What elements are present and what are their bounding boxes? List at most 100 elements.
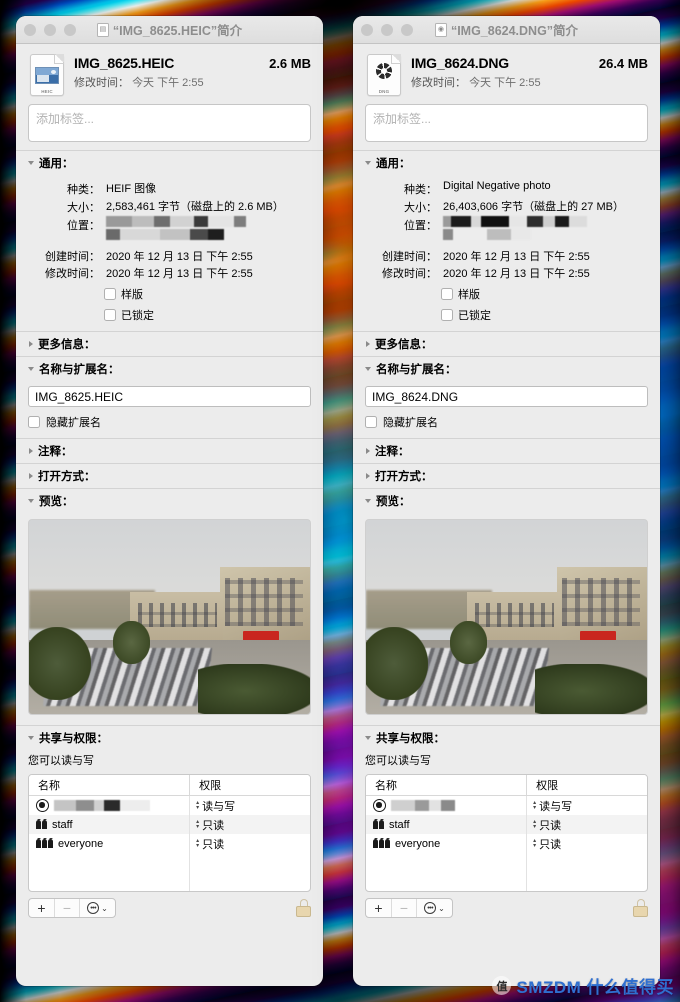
- hide-extension-checkbox[interactable]: [28, 416, 40, 428]
- locked-checkbox[interactable]: [441, 309, 453, 321]
- permissions-toolbar[interactable]: + − ••• ⌄: [353, 892, 660, 918]
- section-comments-label: 注释：: [38, 446, 73, 458]
- table-empty-row: [366, 853, 647, 872]
- preview-image: [28, 519, 311, 715]
- chevron-right-icon: [366, 448, 370, 454]
- minimize-button[interactable]: [44, 23, 56, 36]
- permissions-toolbar[interactable]: + − ••• ⌄: [16, 892, 323, 918]
- stepper-icon[interactable]: ▴ ▾: [533, 800, 536, 811]
- tags-input[interactable]: 添加标签...: [365, 104, 648, 142]
- permissions-table[interactable]: 名称 权限 ▴ ▾ 读与写 staff ▴ ▾ 只读 everyone ▴ ▾ …: [365, 774, 648, 892]
- permission-cell[interactable]: ▴ ▾ 只读: [526, 834, 647, 853]
- permission-cell[interactable]: ▴ ▾ 只读: [189, 834, 310, 853]
- permission-value: 只读: [202, 838, 225, 851]
- location-label: 位置：: [67, 220, 100, 232]
- section-comments-header[interactable]: 注释：: [353, 438, 660, 463]
- stationery-checkbox-row[interactable]: 样版: [441, 286, 648, 302]
- locked-label: 已锁定: [458, 310, 491, 322]
- size-value: 2,583,461 字节（磁盘上的 2.6 MB）: [106, 201, 284, 213]
- permission-cell[interactable]: ▴ ▾ 读与写: [526, 796, 647, 815]
- modified-label: 修改时间：: [411, 77, 466, 89]
- section-preview-body: [16, 513, 323, 725]
- table-row[interactable]: staff ▴ ▾ 只读: [366, 815, 647, 834]
- stepper-icon[interactable]: ▴ ▾: [196, 819, 199, 830]
- traffic-lights[interactable]: [24, 23, 76, 36]
- section-more-info-header[interactable]: 更多信息：: [16, 331, 323, 356]
- minimize-button[interactable]: [381, 23, 393, 36]
- group-icon: [373, 818, 384, 829]
- stepper-icon[interactable]: ▴ ▾: [533, 838, 536, 849]
- traffic-lights[interactable]: [361, 23, 413, 36]
- table-row[interactable]: staff ▴ ▾ 只读: [29, 815, 310, 834]
- action-menu-button[interactable]: ••• ⌄: [79, 899, 115, 917]
- hide-extension-row[interactable]: 隐藏扩展名: [365, 414, 648, 430]
- close-button[interactable]: [361, 23, 373, 36]
- hide-extension-label: 隐藏扩展名: [46, 417, 101, 429]
- section-general-header[interactable]: 通用：: [353, 150, 660, 175]
- chevron-down-icon: [365, 367, 371, 371]
- stationery-label: 样版: [121, 289, 143, 301]
- section-sharing-label: 共享与权限：: [39, 733, 108, 745]
- window-title: “IMG_8625.HEIC”简介: [112, 24, 243, 38]
- add-user-button[interactable]: +: [366, 899, 391, 917]
- section-sharing-header[interactable]: 共享与权限：: [353, 725, 660, 750]
- stepper-icon[interactable]: ▴ ▾: [196, 838, 199, 849]
- hide-extension-row[interactable]: 隐藏扩展名: [28, 414, 311, 430]
- tags-input[interactable]: 添加标签...: [28, 104, 311, 142]
- table-row[interactable]: ▴ ▾ 读与写: [29, 796, 310, 815]
- chevron-right-icon: [366, 341, 370, 347]
- table-row[interactable]: everyone ▴ ▾ 只读: [29, 834, 310, 853]
- table-row[interactable]: ▴ ▾ 读与写: [366, 796, 647, 815]
- window-titlebar[interactable]: ▤ “IMG_8625.HEIC”简介: [16, 16, 323, 44]
- lock-icon[interactable]: [296, 899, 311, 917]
- stationery-checkbox-row[interactable]: 样版: [104, 286, 311, 302]
- created-value: 2020 年 12 月 13 日 下午 2:55: [443, 251, 590, 263]
- action-menu-button[interactable]: ••• ⌄: [416, 899, 452, 917]
- modified-value: 今天 下午 2:55: [469, 77, 541, 89]
- zoom-button[interactable]: [401, 23, 413, 36]
- locked-checkbox-row[interactable]: 已锁定: [441, 307, 648, 323]
- locked-checkbox[interactable]: [104, 309, 116, 321]
- user-name-redacted: [391, 800, 455, 811]
- locked-checkbox-row[interactable]: 已锁定: [104, 307, 311, 323]
- stationery-checkbox[interactable]: [441, 288, 453, 300]
- table-row[interactable]: everyone ▴ ▾ 只读: [366, 834, 647, 853]
- add-user-button[interactable]: +: [29, 899, 54, 917]
- get-info-window-dng[interactable]: ◉ “IMG_8624.DNG”简介 DNG IMG_8624.DNG 26.4…: [353, 16, 660, 986]
- permission-cell[interactable]: ▴ ▾ 读与写: [189, 796, 310, 815]
- locked-label: 已锁定: [121, 310, 154, 322]
- section-open-with-header[interactable]: 打开方式：: [353, 463, 660, 488]
- kind-value: HEIF 图像: [106, 183, 157, 195]
- file-name-input[interactable]: IMG_8624.DNG: [365, 386, 648, 407]
- permission-cell[interactable]: ▴ ▾ 只读: [526, 815, 647, 834]
- remove-user-button[interactable]: −: [391, 899, 416, 917]
- section-name-ext-header[interactable]: 名称与扩展名：: [353, 356, 660, 381]
- permission-cell[interactable]: ▴ ▾ 只读: [189, 815, 310, 834]
- window-titlebar[interactable]: ◉ “IMG_8624.DNG”简介: [353, 16, 660, 44]
- section-preview-header[interactable]: 预览：: [16, 488, 323, 513]
- permissions-table[interactable]: 名称 权限 ▴ ▾ 读与写 staff ▴ ▾ 只读 everyone ▴ ▾ …: [28, 774, 311, 892]
- stepper-icon[interactable]: ▴ ▾: [533, 819, 536, 830]
- section-name-ext-label: 名称与扩展名：: [376, 364, 457, 376]
- lock-icon[interactable]: [633, 899, 648, 917]
- section-open-with-header[interactable]: 打开方式：: [16, 463, 323, 488]
- preview-image: [365, 519, 648, 715]
- chevron-right-icon: [29, 448, 33, 454]
- stepper-icon[interactable]: ▴ ▾: [196, 800, 199, 811]
- group-name: everyone: [395, 837, 441, 850]
- permission-value: 读与写: [539, 800, 573, 813]
- zoom-button[interactable]: [64, 23, 76, 36]
- remove-user-button[interactable]: −: [54, 899, 79, 917]
- stationery-checkbox[interactable]: [104, 288, 116, 300]
- close-button[interactable]: [24, 23, 36, 36]
- section-more-info-header[interactable]: 更多信息：: [353, 331, 660, 356]
- file-name-input[interactable]: IMG_8625.HEIC: [28, 386, 311, 407]
- section-sharing-header[interactable]: 共享与权限：: [16, 725, 323, 750]
- section-general-header[interactable]: 通用：: [16, 150, 323, 175]
- section-general-body: 种类： HEIF 图像 大小： 2,583,461 字节（磁盘上的 2.6 MB…: [16, 175, 323, 331]
- get-info-window-heic[interactable]: ▤ “IMG_8625.HEIC”简介 HEIC IMG_8625.HEIC 2…: [16, 16, 323, 986]
- hide-extension-checkbox[interactable]: [365, 416, 377, 428]
- section-comments-header[interactable]: 注释：: [16, 438, 323, 463]
- section-name-ext-header[interactable]: 名称与扩展名：: [16, 356, 323, 381]
- section-preview-header[interactable]: 预览：: [353, 488, 660, 513]
